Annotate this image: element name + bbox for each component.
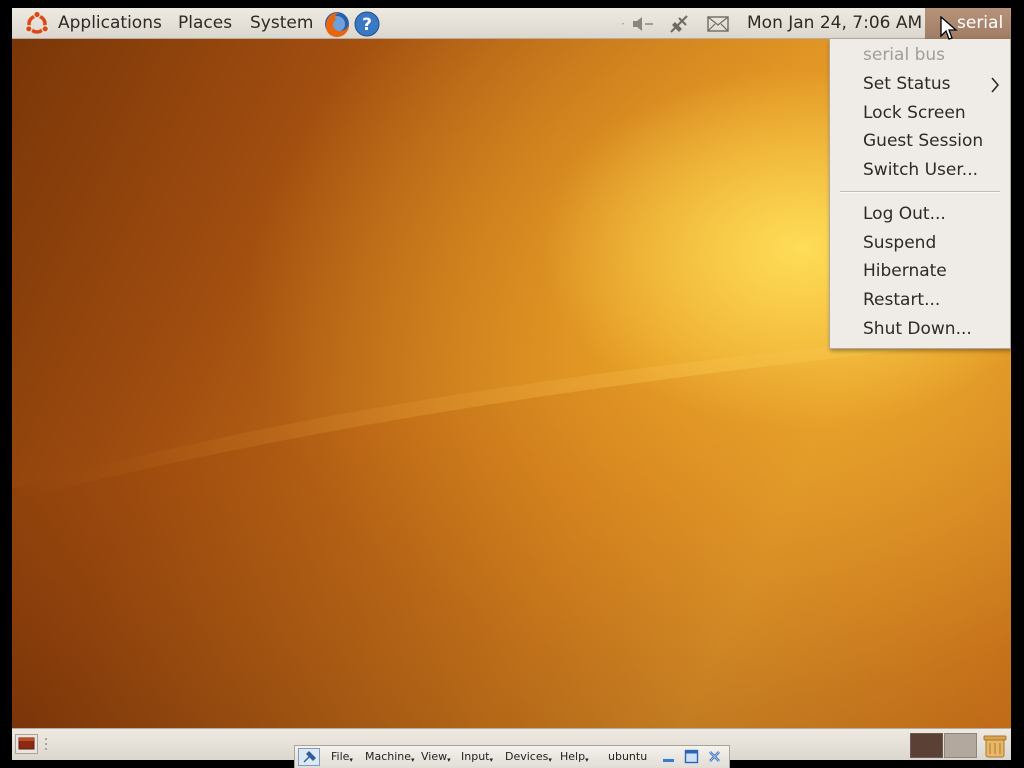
system-menu[interactable]: System [250, 8, 313, 39]
network-icon[interactable] [667, 13, 691, 35]
user-name-label: serial [957, 13, 1004, 33]
vbox-menu-file[interactable]: File▾ [331, 749, 353, 765]
mouse-cursor-icon [940, 16, 958, 40]
svg-text:᛫: ᛫ [620, 20, 626, 31]
menu-item-log-out[interactable]: Log Out... [863, 202, 946, 226]
menu-item-switch-user[interactable]: Switch User... [863, 158, 978, 182]
show-desktop-button[interactable] [15, 734, 38, 754]
menu-item-guest-session[interactable]: Guest Session [863, 129, 983, 153]
firefox-icon[interactable] [323, 10, 351, 38]
volume-icon[interactable]: ᛫ [620, 13, 658, 35]
vbox-menu-devices-label: Devices [505, 750, 549, 763]
workspace-switcher-2[interactable] [944, 733, 977, 758]
menu-item-hibernate[interactable]: Hibernate [863, 259, 947, 283]
menu-item-suspend[interactable]: Suspend [863, 231, 936, 255]
applications-menu[interactable]: Applications [58, 8, 162, 39]
vm-screen: Applications Places System ? ᛫ Mon Jan 2… [12, 8, 1011, 760]
vm-title: ubuntu [608, 750, 648, 763]
show-desktop-icon [18, 737, 35, 750]
vbox-menu-devices[interactable]: Devices▾ [505, 749, 552, 765]
clock[interactable]: Mon Jan 24, 7:06 AM [747, 8, 922, 39]
pin-icon [303, 751, 316, 763]
menu-item-set-status[interactable]: Set Status [863, 72, 951, 96]
svg-text:?: ? [362, 15, 372, 35]
vbox-menu-input-label: Input [461, 750, 490, 763]
vbox-menu-help-label: Help [560, 750, 586, 763]
menu-item-shut-down[interactable]: Shut Down... [863, 317, 972, 341]
minimize-icon[interactable] [661, 749, 676, 764]
user-menu-dropdown: serial bus Set Status Lock Screen Guest … [829, 39, 1011, 349]
panel-drag-handle-icon[interactable] [45, 738, 49, 750]
vbox-menu-file-label: File [331, 750, 350, 763]
menu-header-serial-bus: serial bus [863, 45, 945, 65]
top-panel: Applications Places System ? ᛫ Mon Jan 2… [12, 8, 1011, 39]
workspace-switcher-1[interactable] [910, 733, 943, 758]
user-menu-button[interactable]: serial [925, 8, 1011, 39]
ubuntu-logo-icon[interactable] [24, 11, 50, 37]
restore-icon[interactable] [684, 749, 699, 764]
trash-icon[interactable] [981, 731, 1009, 759]
virtualbox-menu-bar: File▾ Machine▾ View▾ Input▾ Devices▾ Hel… [294, 745, 730, 768]
pin-button[interactable] [298, 748, 320, 766]
menu-item-lock-screen[interactable]: Lock Screen [863, 101, 966, 125]
menu-separator [840, 191, 1000, 193]
help-icon[interactable]: ? [353, 10, 381, 38]
vbox-menu-machine-label: Machine [365, 750, 412, 763]
menu-item-restart[interactable]: Restart... [863, 288, 940, 312]
vbox-menu-input[interactable]: Input▾ [461, 749, 493, 765]
mail-icon[interactable] [706, 13, 730, 35]
vbox-menu-view-label: View [421, 750, 448, 763]
places-menu[interactable]: Places [178, 8, 232, 39]
submenu-arrow-icon [991, 77, 1000, 93]
vbox-menu-view[interactable]: View▾ [421, 749, 451, 765]
close-icon[interactable] [707, 749, 722, 764]
vbox-menu-machine[interactable]: Machine▾ [365, 749, 415, 765]
vbox-menu-help[interactable]: Help▾ [560, 749, 589, 765]
